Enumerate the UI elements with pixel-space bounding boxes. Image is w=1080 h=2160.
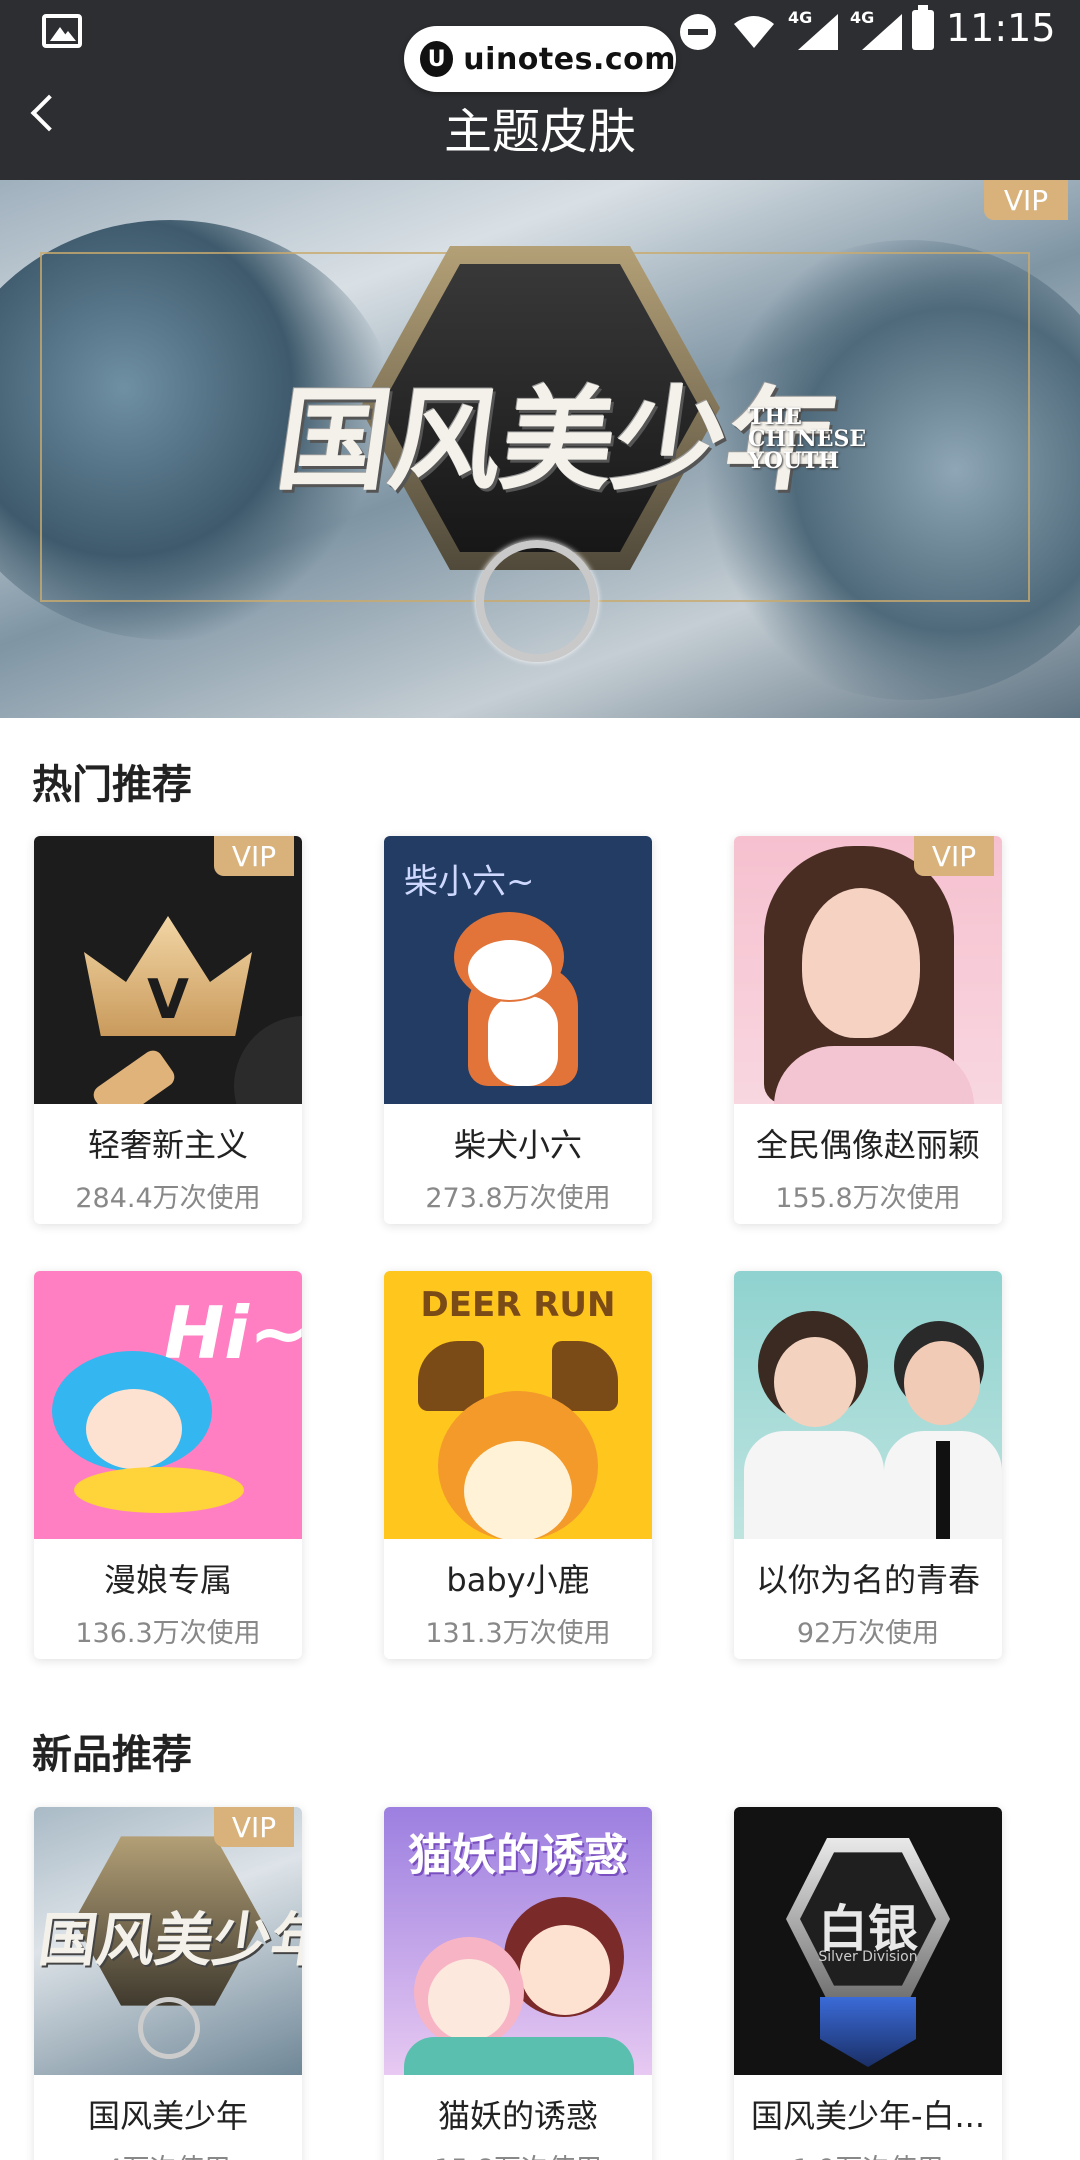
- duck-float-illustration: [74, 1467, 244, 1513]
- vip-badge: VIP: [214, 836, 294, 876]
- ring-ornament: [138, 1997, 200, 2059]
- theme-name: 国风美少年: [87, 2097, 248, 2135]
- photo-icon: [42, 14, 82, 48]
- theme-card[interactable]: 以你为名的青春 92万次使用: [734, 1271, 1002, 1659]
- top-bar: 4G 4G 11:15 U uinotes.com 主题皮肤: [0, 0, 1080, 180]
- anime-girl-illustration: [86, 1389, 182, 1469]
- banner-subtitle-line: THE: [748, 404, 802, 430]
- theme-card[interactable]: 柴小六~ 柴犬小六 273.8万次使用: [384, 836, 652, 1224]
- theme-name: 柴犬小六: [453, 1126, 582, 1164]
- status-time: 11:15: [946, 6, 1056, 50]
- deer-illustration: [552, 1341, 618, 1411]
- theme-name: baby小鹿: [446, 1561, 590, 1599]
- theme-thumbnail: Hi~: [34, 1271, 302, 1539]
- watermark-text: uinotes.com: [463, 41, 676, 77]
- theme-name: 全民偶像赵丽颖: [755, 1126, 980, 1164]
- theme-thumbnail: [734, 1271, 1002, 1539]
- deer-illustration: [418, 1341, 484, 1411]
- watermark-logo-icon: U: [420, 41, 454, 77]
- ring-ornament: [476, 540, 598, 662]
- theme-name: 轻奢新主义: [87, 1126, 248, 1164]
- page-title: 主题皮肤: [443, 104, 636, 160]
- students-photo: [744, 1431, 884, 1539]
- theme-card[interactable]: 白银 Silver Division 国风美少年-白... 1.9万次使用: [734, 1807, 1002, 2160]
- battery-icon: [912, 5, 934, 50]
- thumb-text: Hi~: [164, 1291, 302, 1375]
- theme-name: 以你为名的青春: [755, 1561, 980, 1599]
- shield-icon: [820, 1997, 916, 2067]
- vip-badge: VIP: [914, 836, 994, 876]
- signal-icon: [862, 14, 902, 50]
- theme-usage-count: 136.3万次使用: [75, 1618, 261, 1649]
- thumb-text: DEER RUN: [420, 1285, 616, 1325]
- theme-thumbnail: DEER RUN: [384, 1271, 652, 1539]
- theme-name: 猫妖的诱惑: [437, 2097, 598, 2135]
- wifi-icon: [734, 16, 774, 48]
- theme-usage-count: 4万次使用: [34, 2147, 302, 2160]
- decor-shape: [89, 1046, 179, 1104]
- banner-subtitle-line: CHINESE: [748, 426, 867, 452]
- theme-usage-count: 155.8万次使用: [775, 1183, 961, 1214]
- theme-usage-count: 131.3万次使用: [425, 1618, 611, 1649]
- theme-usage-count: 15.8万次使用: [384, 2147, 652, 2160]
- deer-illustration: [464, 1441, 572, 1539]
- thumb-text: 猫妖的诱惑: [408, 1830, 628, 1881]
- portrait-illustration: [802, 888, 920, 1038]
- signal-icon: [798, 14, 838, 50]
- anime-couple-illustration: [404, 2037, 634, 2075]
- theme-card[interactable]: DEER RUN baby小鹿 131.3万次使用: [384, 1271, 652, 1659]
- anime-couple-illustration: [520, 1925, 610, 2015]
- theme-usage-count: 273.8万次使用: [425, 1183, 611, 1214]
- vip-badge: VIP: [984, 180, 1068, 220]
- theme-thumbnail: 国风美少年 VIP: [34, 1807, 302, 2075]
- section-title-new: 新品推荐: [32, 1732, 192, 1778]
- shiba-dog-illustration: [488, 996, 558, 1086]
- theme-name: 漫娘专属: [103, 1561, 232, 1599]
- shiba-dog-illustration: [468, 940, 552, 1000]
- thumb-subtext: Silver Division: [818, 1949, 918, 1965]
- students-photo: [774, 1337, 856, 1427]
- featured-theme-banner[interactable]: 国风美少年 THE CHINESE YOUTH VIP: [0, 180, 1080, 718]
- theme-thumbnail: 白银 Silver Division: [734, 1807, 1002, 2075]
- thumb-text: 国风美少年: [34, 1906, 302, 1974]
- theme-card[interactable]: 猫妖的诱惑 猫妖的诱惑 15.8万次使用: [384, 1807, 652, 2160]
- anime-couple-illustration: [428, 1959, 510, 2041]
- dnd-icon: [680, 14, 716, 50]
- students-photo: [936, 1441, 950, 1539]
- portrait-illustration: [774, 1046, 974, 1104]
- section-title-hot: 热门推荐: [32, 762, 192, 808]
- vip-badge: VIP: [214, 1807, 294, 1847]
- thumb-text: V: [147, 968, 189, 1031]
- theme-card[interactable]: V VIP 轻奢新主义 284.4万次使用: [34, 836, 302, 1224]
- theme-usage-count: 92万次使用: [796, 1618, 940, 1649]
- banner-subtitle: THE CHINESE YOUTH: [748, 404, 867, 474]
- theme-card[interactable]: 国风美少年 VIP 国风美少年 4万次使用: [34, 1807, 302, 2160]
- students-photo: [904, 1341, 980, 1425]
- theme-thumbnail: VIP: [734, 836, 1002, 1104]
- theme-thumbnail: 猫妖的诱惑: [384, 1807, 652, 2075]
- theme-thumbnail: 柴小六~: [384, 836, 652, 1104]
- theme-usage-count: 284.4万次使用: [75, 1183, 261, 1214]
- theme-card[interactable]: Hi~ 漫娘专属 136.3万次使用: [34, 1271, 302, 1659]
- thumb-text: 柴小六~: [404, 862, 535, 902]
- theme-usage-count: 1.9万次使用: [734, 2147, 1002, 2160]
- theme-card[interactable]: VIP 全民偶像赵丽颖 155.8万次使用: [734, 836, 1002, 1224]
- theme-thumbnail: V VIP: [34, 836, 302, 1104]
- watermark-badge: U uinotes.com: [404, 26, 676, 92]
- banner-subtitle-line: YOUTH: [748, 448, 840, 474]
- theme-name: 国风美少年-白...: [750, 2097, 986, 2135]
